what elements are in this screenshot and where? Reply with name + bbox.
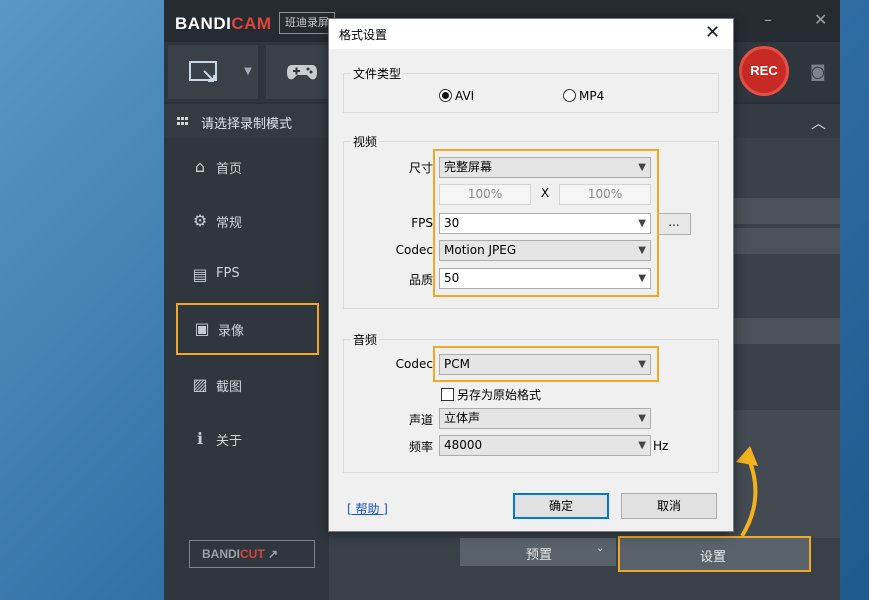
gamepad-icon	[287, 65, 317, 80]
format-settings-dialog: 格式设置 ✕ 文件类型 AVI MP4 视频 尺寸 完整屏幕 ▼ 100% X 1…	[328, 18, 734, 532]
sidebar-item-label: 首页	[216, 162, 243, 177]
channel-label: 声道	[408, 413, 433, 427]
sidebar-item-general[interactable]: ⚙ 常规	[176, 197, 318, 245]
sample-rate-unit: Hz	[653, 439, 669, 453]
radio-mp4[interactable]: MP4	[563, 89, 604, 103]
grid-icon	[177, 117, 189, 127]
camera-icon[interactable]: ◙	[810, 62, 826, 81]
checkbox-unchecked-icon	[441, 388, 454, 401]
sidebar-item-screenshot[interactable]: ▨ 截图	[176, 361, 318, 409]
sidebar-item-label: FPS	[216, 266, 240, 281]
video-record-icon: ▣	[194, 319, 210, 338]
chevron-down-icon: ▼	[638, 440, 646, 451]
chevron-down-icon: ▼	[638, 413, 646, 424]
info-icon: ℹ	[196, 429, 204, 448]
sidebar-item-label: 常规	[216, 216, 243, 231]
fps-more-button[interactable]: ...	[657, 213, 691, 235]
sidebar-item-fps[interactable]: ▤ FPS	[176, 251, 318, 299]
sidebar: ⌂ 首页 ⚙ 常规 ▤ FPS ▣ 录像 ▨ 截图 ℹ 关于 BANDICUT …	[164, 138, 329, 600]
bandicam-logo: BANDICAM	[175, 14, 272, 33]
preset-button[interactable]: 预置 ⌄	[460, 538, 616, 566]
sidebar-item-label: 关于	[216, 434, 243, 449]
dialog-close-icon[interactable]: ✕	[705, 22, 720, 43]
screenshot-icon: ▨	[192, 375, 208, 394]
sidebar-item-label: 截图	[216, 380, 243, 395]
settings-button[interactable]: 设置	[618, 536, 811, 572]
home-icon: ⌂	[194, 157, 206, 176]
sidebar-item-home[interactable]: ⌂ 首页	[176, 143, 318, 191]
edition-label: 班迪录屏	[279, 12, 335, 34]
sidebar-item-label: 录像	[218, 324, 245, 339]
screen-mode-button[interactable]	[168, 45, 238, 99]
video-highlight-box	[433, 149, 659, 297]
fps-icon: ▤	[192, 265, 208, 284]
screen-rect-icon	[189, 61, 217, 82]
option-row	[729, 198, 840, 224]
ok-button[interactable]: 确定	[513, 493, 609, 519]
chevron-down-icon: ⌄	[596, 543, 605, 554]
sample-rate-label: 频率	[408, 440, 433, 454]
video-group-label: 视频	[351, 133, 380, 150]
rec-button[interactable]: REC	[739, 46, 789, 96]
dialog-title-bar: 格式设置 ✕	[329, 19, 733, 49]
bandicut-link[interactable]: BANDICUT ↗	[189, 540, 315, 568]
audio-highlight-box	[433, 346, 659, 382]
external-link-icon: ↗	[268, 547, 279, 561]
radio-avi[interactable]: AVI	[439, 89, 474, 103]
video-codec-label: Codec	[395, 243, 433, 257]
option-row	[729, 318, 840, 344]
dialog-title: 格式设置	[339, 28, 388, 42]
help-link[interactable]: [ 帮助 ]	[347, 500, 388, 517]
mode-dropdown-chevron-icon[interactable]: ▼	[238, 45, 258, 99]
collapse-chevron-icon[interactable]: ︿	[811, 112, 826, 133]
sidebar-item-about[interactable]: ℹ 关于	[176, 415, 318, 463]
radio-checked-icon	[439, 89, 452, 102]
sample-rate-select[interactable]: 48000 ▼	[439, 435, 651, 456]
close-icon[interactable]: ✕	[814, 10, 827, 29]
quality-label: 品质	[408, 273, 433, 287]
file-type-group-label: 文件类型	[351, 65, 404, 82]
save-original-checkbox[interactable]: 另存为原始格式	[441, 386, 541, 403]
radio-unchecked-icon	[563, 89, 576, 102]
game-mode-button[interactable]	[266, 45, 336, 99]
audio-codec-label: Codec	[395, 357, 433, 371]
cancel-button[interactable]: 取消	[621, 493, 717, 519]
minimize-icon[interactable]: –	[764, 10, 772, 29]
sidebar-item-video[interactable]: ▣ 录像	[176, 303, 319, 355]
option-row	[729, 228, 840, 254]
mode-header-label: 请选择录制模式	[201, 117, 293, 132]
gear-icon: ⚙	[192, 211, 208, 230]
channel-select[interactable]: 立体声 ▼	[439, 408, 651, 429]
audio-group-label: 音频	[351, 331, 380, 348]
size-label: 尺寸	[408, 161, 433, 175]
fps-label: FPS	[411, 216, 433, 230]
